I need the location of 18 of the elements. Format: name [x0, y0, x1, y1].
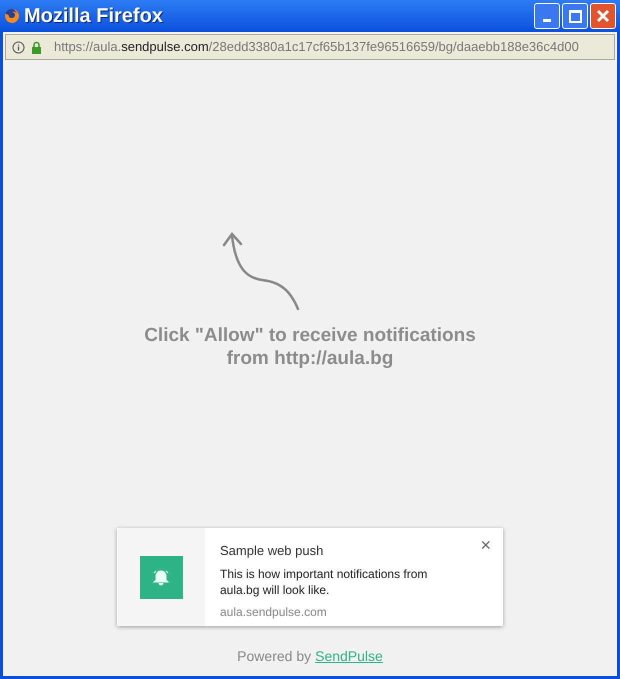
url-text: https://aula.sendpulse.com/28edd3380a1c17cf65b137fe96516659/bg/daaebb188e36c4d00	[54, 38, 579, 56]
notification-source: aula.sendpulse.com	[220, 604, 328, 620]
close-notification-button[interactable]: ×	[480, 536, 491, 554]
browser-logo-icon	[4, 8, 20, 24]
prompt-text: Click "Allow" to receive notifications	[144, 324, 476, 347]
notification-body: This is how important notifications from aula.bg will look like.	[220, 566, 428, 598]
maximize-button[interactable]	[562, 3, 588, 29]
powered-by-text: Powered by	[237, 647, 312, 666]
address-bar[interactable]: https://aula.sendpulse.com/28edd3380a1c17cf65b137fe96516659/bg/daaebb188e36c4d00	[5, 34, 615, 60]
close-button[interactable]	[590, 3, 616, 29]
prompt-text: from http://aula.bg	[226, 347, 394, 370]
minimize-button[interactable]	[534, 3, 560, 29]
bell-icon	[140, 556, 182, 598]
notification-title: Sample web push	[220, 542, 324, 560]
lock-icon	[31, 40, 42, 54]
close-icon	[595, 8, 611, 24]
info-icon	[12, 40, 25, 54]
window-title: Mozilla Firefox	[24, 4, 163, 29]
